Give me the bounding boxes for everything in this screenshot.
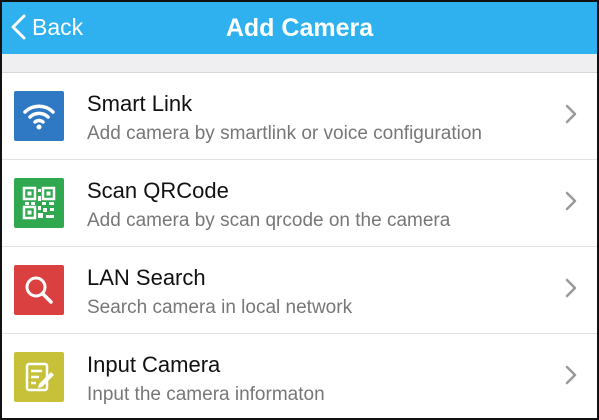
list-item-input-camera[interactable]: Input Camera Input the camera informaton [2,334,597,418]
scan-qrcode-icon-tile [14,178,64,228]
item-subtitle: Add camera by smartlink or voice configu… [87,123,482,144]
app-window: Back Add Camera Smart Link Add camera by… [0,0,599,420]
item-title: Input Camera [87,352,221,377]
list-item-lan-search[interactable]: LAN Search Search camera in local networ… [2,247,597,334]
smart-link-icon-tile [14,91,64,141]
qrcode-icon [22,186,56,220]
item-title: LAN Search [87,265,206,290]
navigation-bar: Back Add Camera [2,2,597,54]
edit-note-icon [25,362,54,392]
search-icon [25,276,53,304]
item-subtitle: Input the camera informaton [87,384,325,405]
add-method-list: Smart Link Add camera by smartlink or vo… [2,73,597,418]
input-camera-icon-tile [14,352,64,402]
chevron-right-icon [565,365,577,385]
chevron-left-icon [11,14,26,40]
back-label: Back [32,13,84,40]
back-button[interactable]: Back [10,10,83,44]
list-item-scan-qrcode[interactable]: Scan QRCode Add camera by scan qrcode on… [2,160,597,247]
list-item-smart-link[interactable]: Smart Link Add camera by smartlink or vo… [2,73,597,160]
item-subtitle: Search camera in local network [87,297,353,318]
chevron-right-icon [565,104,577,124]
chevron-right-icon [565,278,577,298]
page-title: Add Camera [225,13,374,42]
wifi-icon [23,104,55,130]
item-title: Smart Link [87,91,193,116]
chevron-right-icon [565,191,577,211]
lan-search-icon-tile [14,265,64,315]
section-spacer [2,54,597,73]
item-title: Scan QRCode [87,178,229,203]
item-subtitle: Add camera by scan qrcode on the camera [87,210,451,231]
